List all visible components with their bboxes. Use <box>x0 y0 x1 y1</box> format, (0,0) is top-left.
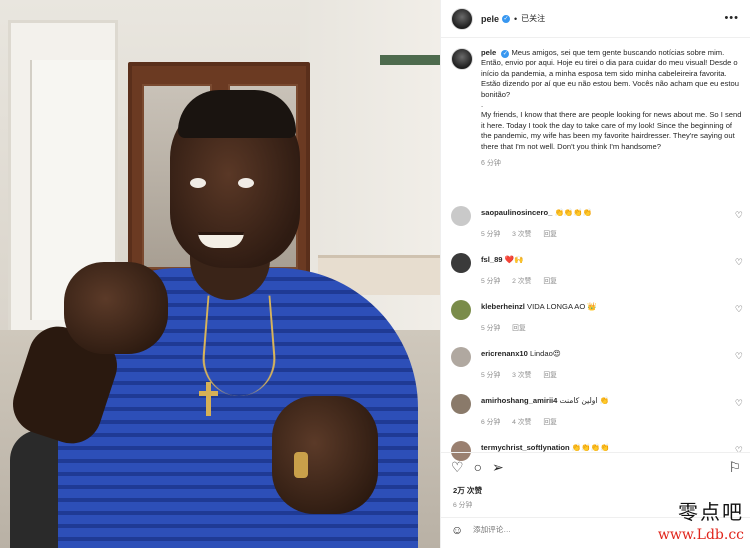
comment-text: 👏👏👏👏 <box>554 208 592 217</box>
comment-reply[interactable]: 回复 <box>512 325 526 332</box>
comment-avatar[interactable] <box>451 253 471 273</box>
emoji-icon[interactable]: ☺ <box>451 523 463 537</box>
comment-likes[interactable]: 3 次赞 <box>512 372 531 379</box>
comment-body: ericrenanx10 Lindao😍 <box>481 349 561 358</box>
comment-item: amirhoshang_amirii4 اولین کامنت 👏 6 分钟 4… <box>451 390 747 437</box>
header-separator: • <box>514 14 517 24</box>
comment-avatar[interactable] <box>451 206 471 226</box>
comment-avatar[interactable] <box>451 347 471 367</box>
header-username[interactable]: pele <box>481 14 499 24</box>
heart-icon[interactable]: ♡ <box>735 304 743 315</box>
comment-avatar[interactable] <box>451 394 471 414</box>
comment-body: kleberheinzl VIDA LONGA AO 👑 <box>481 302 597 311</box>
comment-username[interactable]: ericrenanx10 <box>481 349 528 358</box>
comment-body: fsl_89 ❤️🙌 <box>481 255 524 264</box>
comment-reply[interactable]: 回复 <box>543 419 557 426</box>
comment-text: 👏👏👏👏 <box>572 443 610 452</box>
comment-body: termychrist_softlynation 👏👏👏👏 <box>481 443 610 452</box>
wedding-ring <box>294 452 308 478</box>
comment-input[interactable] <box>473 525 653 534</box>
caption-avatar[interactable] <box>451 48 473 70</box>
comment-meta: 5 分钟 3 次赞 回复 <box>481 228 567 238</box>
cross-pendant <box>206 382 211 416</box>
comment-item: saopaulinosincero_ 👏👏👏👏 5 分钟 3 次赞 回复 ♡ <box>451 202 747 249</box>
comment-body: amirhoshang_amirii4 اولین کامنت 👏 <box>481 396 609 405</box>
caption-separator: . <box>481 100 483 109</box>
comment-likes[interactable]: 3 次赞 <box>512 231 531 238</box>
comment-meta: 5 分钟 2 次赞 回复 <box>481 275 567 285</box>
comment-text: ❤️🙌 <box>505 255 524 264</box>
comment-text: VIDA LONGA AO 👑 <box>527 302 597 311</box>
heart-icon[interactable]: ♡ <box>735 398 743 409</box>
post-caption: pele ✓ Meus amigos, sei que tem gente bu… <box>451 48 743 168</box>
caption-english: My friends, I know that there are people… <box>481 110 741 150</box>
comment-text: Lindao😍 <box>530 349 561 358</box>
comment-list: saopaulinosincero_ 👏👏👏👏 5 分钟 3 次赞 回复 ♡ f… <box>451 202 747 484</box>
avatar[interactable] <box>451 8 473 30</box>
caption-username[interactable]: pele <box>481 48 496 57</box>
wall-shelf <box>380 55 440 65</box>
comment-likes[interactable]: 2 次赞 <box>512 278 531 285</box>
caption-text: pele ✓ Meus amigos, sei que tem gente bu… <box>481 48 743 152</box>
comment-username[interactable]: amirhoshang_amirii4 <box>481 396 557 405</box>
action-icons: ♡ ○ ➢ <box>451 459 504 476</box>
comment-time: 6 分钟 <box>481 419 500 426</box>
post-photo[interactable] <box>0 0 440 548</box>
heart-icon[interactable]: ♡ <box>735 210 743 221</box>
comment-reply[interactable]: 回复 <box>543 231 557 238</box>
comment-reply[interactable]: 回复 <box>543 372 557 379</box>
follow-status-button[interactable]: 已关注 <box>521 13 545 24</box>
comment-time: 5 分钟 <box>481 372 500 379</box>
comment-meta: 6 分钟 4 次赞 回复 <box>481 416 567 426</box>
comment-item: kleberheinzl VIDA LONGA AO 👑 5 分钟 回复 ♡ <box>451 296 747 343</box>
comment-time: 5 分钟 <box>481 325 500 332</box>
bookmark-icon[interactable]: ⚐ <box>728 459 741 476</box>
heart-icon[interactable]: ♡ <box>451 459 464 476</box>
comment-item: fsl_89 ❤️🙌 5 分钟 2 次赞 回复 ♡ <box>451 249 747 296</box>
comment-item: ericrenanx10 Lindao😍 5 分钟 3 次赞 回复 ♡ <box>451 343 747 390</box>
comment-time: 5 分钟 <box>481 278 500 285</box>
share-icon[interactable]: ➢ <box>492 459 504 476</box>
gold-chain <box>199 296 278 396</box>
comment-text: اولین کامنت 👏 <box>560 396 610 405</box>
post-side-panel: pele ✓ • 已关注 ••• pele ✓ Meus amigos, sei… <box>440 0 750 548</box>
left-eye <box>190 178 206 188</box>
hair <box>178 90 296 138</box>
watermark: 零点吧 www.Ldb.cc <box>658 496 744 543</box>
comment-meta: 5 分钟 3 次赞 回复 <box>481 369 567 379</box>
heart-icon[interactable]: ♡ <box>735 257 743 268</box>
right-fist <box>272 396 378 514</box>
comment-icon[interactable]: ○ <box>474 459 482 476</box>
comment-reply[interactable]: 回复 <box>543 278 557 285</box>
left-fist <box>64 262 168 354</box>
post-header: pele ✓ • 已关注 ••• <box>441 0 750 38</box>
like-count[interactable]: 2万 次赞 <box>453 485 482 496</box>
comment-avatar[interactable] <box>451 300 471 320</box>
comment-body: saopaulinosincero_ 👏👏👏👏 <box>481 208 592 217</box>
post-timestamp: 6 分钟 <box>453 499 472 509</box>
comment-username[interactable]: termychrist_softlynation <box>481 443 570 452</box>
heart-icon[interactable]: ♡ <box>735 351 743 362</box>
comment-username[interactable]: saopaulinosincero_ <box>481 208 552 217</box>
right-eye <box>238 178 254 188</box>
watermark-url: www.Ldb.cc <box>658 527 744 543</box>
verified-badge-icon: ✓ <box>501 50 509 58</box>
watermark-chinese: 零点吧 <box>658 496 744 525</box>
more-dots-icon[interactable]: ••• <box>724 12 739 24</box>
verified-badge-icon: ✓ <box>502 15 510 23</box>
comment-time: 5 分钟 <box>481 231 500 238</box>
caption-portuguese: Meus amigos, sei que tem gente buscando … <box>481 48 739 99</box>
cross-pendant-bar <box>199 391 218 396</box>
comment-meta: 5 分钟 回复 <box>481 322 536 332</box>
comment-username[interactable]: fsl_89 <box>481 255 503 264</box>
caption-timestamp: 6 分钟 <box>481 158 743 168</box>
comment-likes[interactable]: 4 次赞 <box>512 419 531 426</box>
comment-username[interactable]: kleberheinzl <box>481 302 525 311</box>
